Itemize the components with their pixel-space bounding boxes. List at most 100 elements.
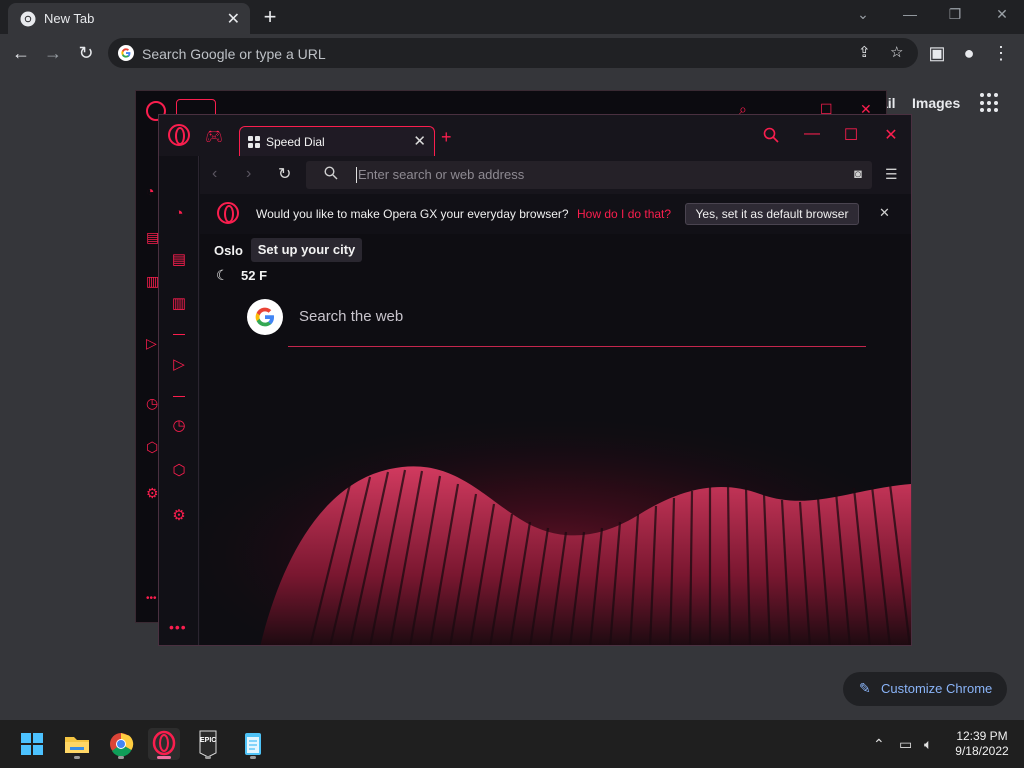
- images-link[interactable]: Images: [912, 95, 960, 111]
- text-caret: [356, 167, 357, 183]
- volume-icon[interactable]: 🔈︎: [924, 736, 932, 753]
- city-setup-tooltip: Set up your city: [251, 238, 362, 262]
- easy-setup-icon[interactable]: ☰: [885, 166, 898, 183]
- sidebar-separator: [173, 334, 185, 335]
- search-icon[interactable]: [761, 125, 781, 148]
- network-icon[interactable]: ▭: [899, 736, 912, 753]
- opera-logo-icon: [217, 202, 239, 224]
- cube-icon[interactable]: ⬡: [169, 461, 189, 481]
- epic-games-icon[interactable]: EPIC: [192, 728, 224, 760]
- speedometer-icon: ◔: [146, 183, 155, 199]
- play-icon: ▷: [146, 335, 157, 351]
- opera-gx-window: 🎮︎ Speed Dial ✕ + — ☐ ✕ ◔ ▤ ▥ ▷ ◷ ⬡ ⚙ ••…: [158, 114, 912, 646]
- chrome-menu-icon[interactable]: ⋮: [990, 42, 1012, 64]
- more-dots: •••: [146, 593, 157, 604]
- windows-start-icon[interactable]: [16, 728, 48, 760]
- file-explorer-icon[interactable]: [61, 728, 93, 760]
- opera-sidebar: ◔ ▤ ▥ ▷ ◷ ⬡ ⚙ •••: [159, 156, 199, 645]
- opera-logo-icon[interactable]: [168, 124, 190, 146]
- new-tab-plus-icon[interactable]: +: [441, 127, 452, 148]
- clock-icon[interactable]: ◷: [169, 416, 189, 436]
- sidebar-more-dots[interactable]: •••: [169, 619, 187, 635]
- web-search-input[interactable]: Search the web: [299, 308, 403, 325]
- profile-icon[interactable]: ●: [958, 42, 980, 64]
- speedometer-icon[interactable]: ◔: [169, 204, 189, 224]
- opera-tabbar: 🎮︎ Speed Dial ✕ + — ☐ ✕: [159, 115, 911, 156]
- shopping-bag-icon[interactable]: ▤: [169, 250, 189, 270]
- tab-close-icon[interactable]: ✕: [413, 132, 426, 150]
- google-apps-icon[interactable]: [980, 93, 1000, 113]
- forward-icon[interactable]: →: [42, 42, 64, 64]
- system-clock[interactable]: 12:39 PM 9/18/2022: [950, 729, 1014, 759]
- maximize-icon[interactable]: ☐: [841, 125, 861, 145]
- close-window-icon[interactable]: ✕: [881, 125, 901, 145]
- chrome-tab-new-tab[interactable]: New Tab ✕: [8, 3, 250, 34]
- tab-speed-dial[interactable]: Speed Dial ✕: [239, 126, 435, 156]
- omnibox-placeholder: Search Google or type a URL: [142, 46, 326, 62]
- chrome-new-tab-button[interactable]: +: [258, 4, 282, 30]
- how-do-i-link[interactable]: How do I do that?: [577, 207, 671, 221]
- clock-icon: ◷: [146, 395, 159, 411]
- epic-label: EPIC: [200, 737, 217, 744]
- running-indicator: [118, 756, 124, 759]
- speed-dial-content: Oslo Set up your city ☾ 52 F Search the …: [200, 234, 911, 645]
- restore-icon[interactable]: ❐: [945, 6, 965, 23]
- address-placeholder: Enter search or web address: [358, 167, 525, 182]
- twitch-icon[interactable]: ▥: [169, 294, 189, 314]
- chrome-toolbar: ← → ↻ Search Google or type a URL ⇪ ☆ ▣ …: [0, 34, 1024, 71]
- city-label[interactable]: Oslo: [214, 243, 243, 258]
- back-icon[interactable]: ‹: [212, 165, 217, 183]
- tab-search-chevron-icon[interactable]: ⌄: [853, 6, 873, 23]
- chrome-tabstrip: New Tab ✕ + ⌄ — ❐ ✕: [0, 0, 1024, 34]
- gear-icon[interactable]: ⚙: [169, 506, 189, 526]
- address-bar[interactable]: Enter search or web address ◙: [306, 161, 872, 189]
- opera-navbar: ‹ › ↻ Enter search or web address ◙ ☰: [200, 156, 911, 194]
- chrome-icon[interactable]: [105, 728, 137, 760]
- gear-icon: ⚙: [146, 485, 159, 501]
- play-icon[interactable]: ▷: [169, 355, 189, 375]
- camera-icon[interactable]: ◙: [854, 166, 862, 181]
- share-icon[interactable]: ⇪: [858, 43, 871, 61]
- sidebar-separator: [173, 396, 185, 397]
- web-search-underline: [288, 346, 866, 347]
- customize-chrome-button[interactable]: ✎ Customize Chrome: [843, 672, 1007, 706]
- bookmark-star-icon[interactable]: ☆: [890, 43, 903, 61]
- minimize-icon[interactable]: —: [900, 6, 920, 22]
- chrome-tab-close-icon[interactable]: ✕: [227, 9, 240, 29]
- notepad-icon[interactable]: [237, 728, 269, 760]
- clock-time: 12:39 PM: [956, 729, 1008, 743]
- google-icon: [118, 45, 134, 61]
- cube-icon: ⬡: [146, 439, 159, 455]
- moon-weather-icon: ☾: [216, 267, 229, 283]
- omnibox[interactable]: Search Google or type a URL ⇪ ☆: [108, 38, 918, 68]
- running-indicator: [250, 756, 256, 759]
- running-indicator: [74, 756, 80, 759]
- wave-wallpaper: [200, 384, 911, 645]
- tab-title: Speed Dial: [266, 135, 325, 149]
- pencil-icon: ✎: [859, 680, 871, 696]
- default-browser-banner: Would you like to make Opera GX your eve…: [200, 194, 911, 234]
- side-panel-icon[interactable]: ▣: [926, 42, 948, 64]
- customize-chrome-label: Customize Chrome: [881, 681, 993, 696]
- chrome-favicon-icon: [20, 11, 36, 27]
- chrome-tab-title: New Tab: [44, 11, 95, 26]
- forward-icon[interactable]: ›: [246, 165, 251, 183]
- search-icon: [324, 166, 338, 183]
- back-icon[interactable]: ←: [10, 42, 32, 64]
- google-search-icon: [247, 299, 283, 335]
- set-default-button[interactable]: Yes, set it as default browser: [685, 203, 859, 225]
- banner-question: Would you like to make Opera GX your eve…: [256, 207, 569, 221]
- opera-gx-icon[interactable]: [148, 728, 180, 760]
- minimize-icon[interactable]: —: [802, 125, 822, 143]
- windows-taskbar: EPIC ⌃ ▭ 🔈︎ 12:39 PM 9/18/2022: [0, 720, 1024, 768]
- clock-date: 9/18/2022: [955, 744, 1009, 758]
- close-window-icon[interactable]: ✕: [992, 6, 1012, 23]
- tray-chevron-icon[interactable]: ⌃: [873, 736, 885, 753]
- reload-icon[interactable]: ↻: [75, 42, 97, 64]
- gamepad-icon[interactable]: 🎮︎: [205, 128, 223, 145]
- speed-dial-grid-icon: [248, 136, 260, 148]
- temperature: 52 F: [241, 268, 268, 283]
- banner-close-icon[interactable]: ✕: [879, 205, 890, 221]
- reload-icon[interactable]: ↻: [278, 164, 291, 184]
- running-indicator: [205, 756, 211, 759]
